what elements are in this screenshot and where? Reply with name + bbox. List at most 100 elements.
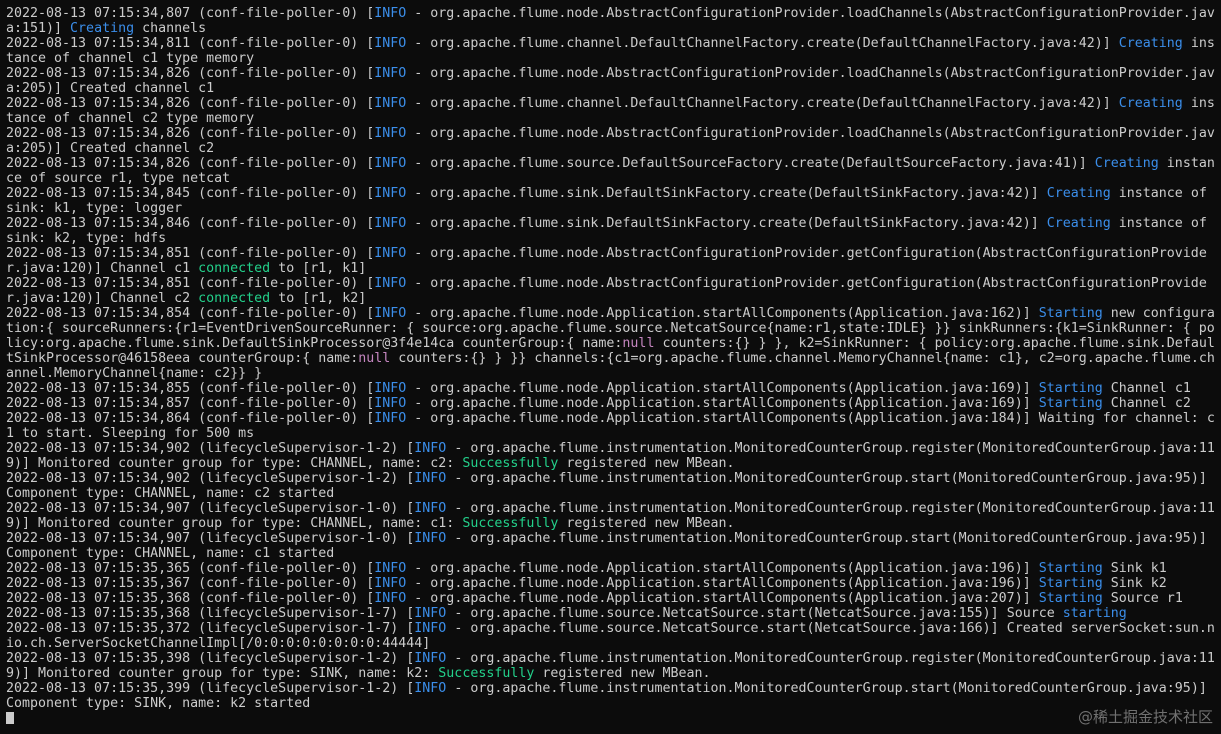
log-keyword-highlight: Starting [1038,591,1103,606]
log-text: - org.apache.flume.source.NetcatSource.s… [446,606,1063,621]
log-keyword-highlight: INFO [374,411,407,426]
log-text: 2022-08-13 07:15:34,851 (conf-file-polle… [6,276,375,291]
log-line: 2022-08-13 07:15:34,902 (lifecycleSuperv… [6,441,1218,471]
log-keyword-highlight: INFO [374,126,407,141]
log-text: Channel c2 [1102,396,1191,411]
log-text: - org.apache.flume.node.Application.star… [406,381,1039,396]
log-text: 2022-08-13 07:15:34,907 (lifecycleSuperv… [6,531,415,546]
log-line: 2022-08-13 07:15:34,851 (conf-file-polle… [6,246,1218,276]
log-text: Source r1 [1102,591,1183,606]
log-keyword-highlight: INFO [374,576,407,591]
log-line: 2022-08-13 07:15:35,368 (lifecycleSuperv… [6,606,1218,621]
log-success-highlight: connected [198,261,271,276]
log-text: - org.apache.flume.channel.DefaultChanne… [406,36,1119,51]
log-text: registered new MBean. [534,666,711,681]
log-keyword-highlight: starting [1062,606,1127,621]
log-line: 2022-08-13 07:15:34,846 (conf-file-polle… [6,216,1218,246]
log-keyword-highlight: INFO [374,306,407,321]
log-line: 2022-08-13 07:15:34,845 (conf-file-polle… [6,186,1218,216]
log-text: 2022-08-13 07:15:34,864 (conf-file-polle… [6,411,375,426]
log-null-highlight: null [358,351,391,366]
log-text: - org.apache.flume.node.Application.star… [406,561,1039,576]
log-keyword-highlight: INFO [374,396,407,411]
log-text: - org.apache.flume.sink.DefaultSinkFacto… [406,216,1047,231]
log-line: 2022-08-13 07:15:34,907 (lifecycleSuperv… [6,501,1218,531]
log-text: 2022-08-13 07:15:34,846 (conf-file-polle… [6,216,375,231]
log-keyword-highlight: INFO [414,531,447,546]
terminal-output: 2022-08-13 07:15:34,807 (conf-file-polle… [6,6,1218,726]
log-keyword-highlight: Starting [1038,576,1103,591]
log-keyword-highlight: INFO [414,501,447,516]
log-line: 2022-08-13 07:15:35,367 (conf-file-polle… [6,576,1218,591]
log-text: channels [134,21,207,36]
log-keyword-highlight: INFO [414,621,447,636]
log-keyword-highlight: INFO [414,651,447,666]
log-text: to [r1, k1] [270,261,367,276]
log-text: Sink k2 [1102,576,1167,591]
log-line: 2022-08-13 07:15:34,864 (conf-file-polle… [6,411,1218,441]
log-success-highlight: connected [198,291,271,306]
log-line: 2022-08-13 07:15:34,857 (conf-file-polle… [6,396,1218,411]
terminal-window[interactable]: 2022-08-13 07:15:34,807 (conf-file-polle… [0,0,1221,734]
log-keyword-highlight: Starting [1038,306,1103,321]
log-text: Channel c1 [1102,381,1191,396]
log-keyword-highlight: Creating [1118,96,1183,111]
log-keyword-highlight: INFO [414,441,447,456]
log-text: Sink k1 [1102,561,1167,576]
log-text: registered new MBean. [558,516,735,531]
log-text: 2022-08-13 07:15:34,854 (conf-file-polle… [6,306,375,321]
log-keyword-highlight: INFO [414,606,447,621]
log-text: - org.apache.flume.sink.DefaultSinkFacto… [406,186,1047,201]
log-keyword-highlight: Starting [1038,396,1103,411]
log-keyword-highlight: Creating [1046,186,1111,201]
log-text: 2022-08-13 07:15:34,855 (conf-file-polle… [6,381,375,396]
log-line: 2022-08-13 07:15:35,372 (lifecycleSuperv… [6,621,1218,651]
log-text: 2022-08-13 07:15:35,399 (lifecycleSuperv… [6,681,415,696]
log-line: 2022-08-13 07:15:34,826 (conf-file-polle… [6,156,1218,186]
log-text: 2022-08-13 07:15:34,826 (conf-file-polle… [6,126,375,141]
log-keyword-highlight: INFO [374,66,407,81]
log-keyword-highlight: INFO [374,156,407,171]
log-success-highlight: Successfully [438,666,535,681]
log-text: 2022-08-13 07:15:34,902 (lifecycleSuperv… [6,441,415,456]
log-line: 2022-08-13 07:15:35,368 (conf-file-polle… [6,591,1218,606]
log-text: - org.apache.flume.node.Application.star… [406,591,1039,606]
log-text: - org.apache.flume.source.DefaultSourceF… [406,156,1095,171]
log-line: 2022-08-13 07:15:34,851 (conf-file-polle… [6,276,1218,306]
log-keyword-highlight: INFO [374,246,407,261]
log-text: 2022-08-13 07:15:34,902 (lifecycleSuperv… [6,471,415,486]
log-line: 2022-08-13 07:15:34,826 (conf-file-polle… [6,96,1218,126]
log-line: 2022-08-13 07:15:34,826 (conf-file-polle… [6,126,1218,156]
log-keyword-highlight: INFO [374,96,407,111]
log-text: 2022-08-13 07:15:35,368 (conf-file-polle… [6,591,375,606]
log-keyword-highlight: INFO [374,216,407,231]
log-line: 2022-08-13 07:15:34,907 (lifecycleSuperv… [6,531,1218,561]
log-text: 2022-08-13 07:15:35,398 (lifecycleSuperv… [6,651,415,666]
log-text: 2022-08-13 07:15:34,826 (conf-file-polle… [6,96,375,111]
log-line: 2022-08-13 07:15:34,902 (lifecycleSuperv… [6,471,1218,501]
log-text: 2022-08-13 07:15:35,365 (conf-file-polle… [6,561,375,576]
log-keyword-highlight: INFO [374,6,407,21]
log-keyword-highlight: INFO [414,471,447,486]
log-line: 2022-08-13 07:15:34,855 (conf-file-polle… [6,381,1218,396]
log-null-highlight: null [622,336,655,351]
log-keyword-highlight: Creating [1094,156,1159,171]
log-keyword-highlight: Starting [1038,561,1103,576]
log-text: 2022-08-13 07:15:35,367 (conf-file-polle… [6,576,375,591]
log-text: 2022-08-13 07:15:35,368 (lifecycleSuperv… [6,606,415,621]
log-text: 2022-08-13 07:15:34,851 (conf-file-polle… [6,246,375,261]
log-line: 2022-08-13 07:15:35,365 (conf-file-polle… [6,561,1218,576]
log-text: - org.apache.flume.node.Application.star… [406,306,1039,321]
log-text: 2022-08-13 07:15:34,857 (conf-file-polle… [6,396,375,411]
log-keyword-highlight: INFO [374,381,407,396]
log-line: 2022-08-13 07:15:34,807 (conf-file-polle… [6,6,1218,36]
log-success-highlight: Successfully [462,456,559,471]
log-line: 2022-08-13 07:15:34,826 (conf-file-polle… [6,66,1218,96]
log-keyword-highlight: Creating [70,21,135,36]
log-text: 2022-08-13 07:15:34,811 (conf-file-polle… [6,36,375,51]
log-line: 2022-08-13 07:15:34,854 (conf-file-polle… [6,306,1218,381]
log-text: - org.apache.flume.node.Application.star… [406,396,1039,411]
log-text: 2022-08-13 07:15:34,845 (conf-file-polle… [6,186,375,201]
log-text: - org.apache.flume.node.Application.star… [406,576,1039,591]
log-text: to [r1, k2] [270,291,367,306]
